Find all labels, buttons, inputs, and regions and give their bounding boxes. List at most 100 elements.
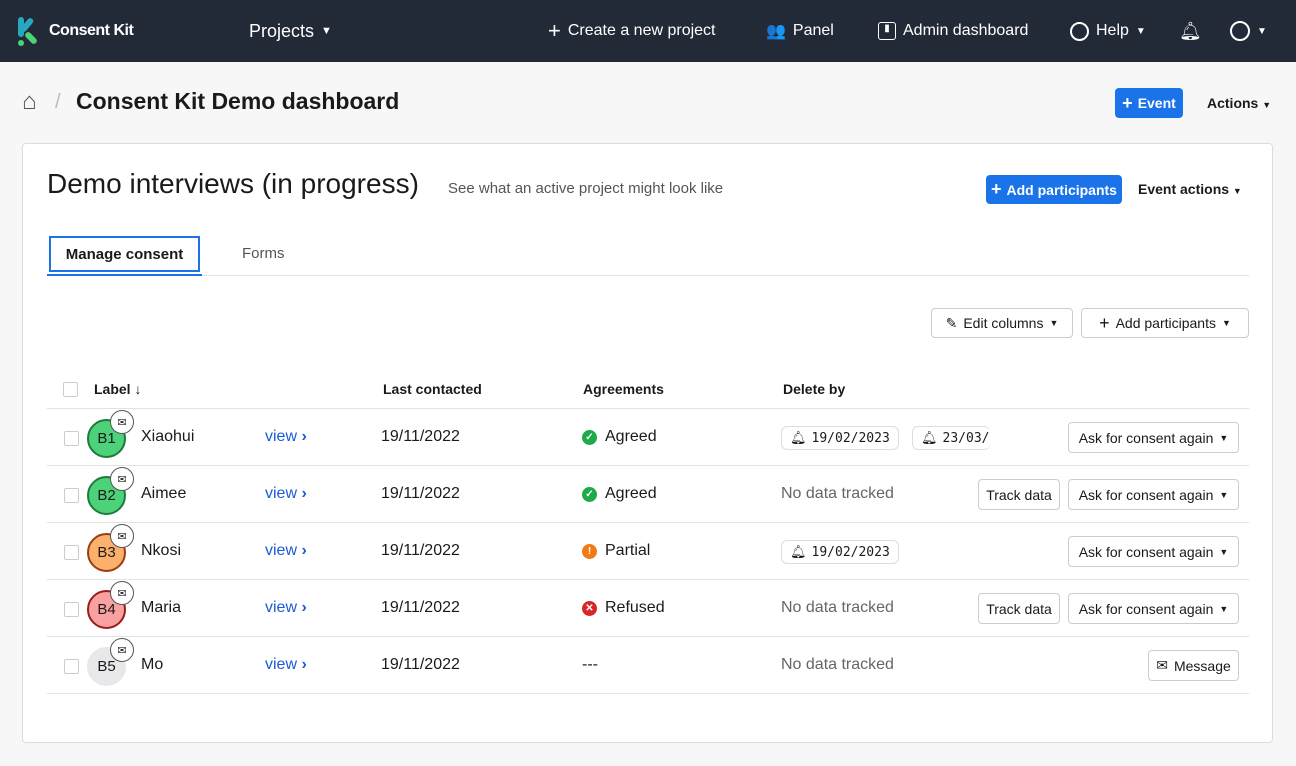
row-checkbox[interactable] bbox=[64, 545, 79, 560]
check-circle-icon: ✓ bbox=[582, 486, 597, 502]
table-row: B1 ✉ Xiaohui view › 19/11/2022 ✓ Agreed 🔔︎ 1… bbox=[47, 409, 1249, 466]
ask-consent-label: Ask for consent again bbox=[1078, 600, 1214, 617]
projects-label: Projects bbox=[249, 20, 315, 41]
view-link[interactable]: view › bbox=[265, 485, 307, 503]
plus-icon: + bbox=[548, 18, 561, 43]
no-data-tracked: No data tracked bbox=[781, 656, 894, 673]
warning-circle-icon: ! bbox=[582, 543, 597, 559]
column-header-delete-by: Delete by bbox=[783, 381, 846, 397]
chevron-right-icon: › bbox=[301, 656, 307, 673]
view-label: view bbox=[265, 599, 298, 616]
agreement-label: --- bbox=[582, 656, 598, 673]
row-checkbox[interactable] bbox=[64, 602, 79, 617]
badge-label: B3 bbox=[97, 544, 116, 561]
lifebuoy-icon bbox=[1070, 21, 1089, 41]
edit-columns-button[interactable]: ✎ Edit columns ▼ bbox=[931, 308, 1073, 338]
chevron-right-icon: › bbox=[301, 428, 307, 445]
row-checkbox[interactable] bbox=[64, 488, 79, 503]
reminder-date: 19/02/2023 bbox=[811, 430, 890, 446]
ask-consent-label: Ask for consent again bbox=[1078, 429, 1214, 446]
agreement-label: Agreed bbox=[605, 485, 657, 502]
user-circle-icon bbox=[1230, 21, 1250, 41]
home-icon[interactable]: ⌂ bbox=[22, 88, 37, 116]
view-link[interactable]: view › bbox=[265, 542, 307, 560]
ask-consent-again-button[interactable]: Ask for consent again ▼ bbox=[1068, 422, 1239, 453]
chevron-right-icon: › bbox=[301, 599, 307, 616]
add-participants-button[interactable]: + Add participants bbox=[986, 175, 1122, 204]
brand-logo[interactable]: Consent Kit bbox=[16, 0, 134, 62]
create-project-link[interactable]: + Create a new project bbox=[548, 0, 716, 62]
plus-icon: + bbox=[1122, 92, 1133, 113]
delete-by-reminder[interactable]: 🔔︎ 19/02/2023 bbox=[781, 426, 899, 450]
participant-name: Xiaohui bbox=[141, 428, 195, 445]
chart-icon: ▮ bbox=[878, 22, 896, 40]
view-label: view bbox=[265, 656, 298, 673]
table-row: B3 ✉ Nkosi view › 19/11/2022! Partial 🔔︎ 19… bbox=[47, 523, 1249, 580]
admin-dashboard-link[interactable]: ▮ Admin dashboard bbox=[878, 0, 1028, 62]
track-data-button[interactable]: Track data bbox=[978, 593, 1060, 624]
projects-menu[interactable]: Projects ▼ bbox=[249, 0, 332, 62]
participant-name: Mo bbox=[141, 656, 164, 673]
view-link[interactable]: view › bbox=[265, 428, 307, 446]
column-header-label[interactable]: Label ↓ bbox=[94, 381, 141, 397]
ask-consent-again-button[interactable]: Ask for consent again ▼ bbox=[1068, 593, 1239, 624]
breadcrumb-separator: / bbox=[55, 91, 61, 113]
table-row: B5 ✉ Mo view › 19/11/2022 --- No data trac… bbox=[47, 637, 1249, 694]
chevron-down-icon: ▼ bbox=[321, 25, 332, 37]
reminder-date: 19/02/2023 bbox=[811, 544, 890, 560]
add-participants-label: Add participants bbox=[1006, 181, 1117, 198]
table-row: B4 ✉ Maria view › 19/11/2022 ✕ Refused No d… bbox=[47, 580, 1249, 637]
admin-label: Admin dashboard bbox=[903, 22, 1029, 39]
view-link[interactable]: view › bbox=[265, 599, 307, 617]
help-menu[interactable]: Help ▼ bbox=[1070, 0, 1146, 62]
table-row: B2 ✉ Aimee view › 19/11/2022 ✓ Agreed No da… bbox=[47, 466, 1249, 523]
event-actions-menu[interactable]: Event actions ▼ bbox=[1138, 181, 1242, 197]
agreement-status: --- bbox=[582, 656, 598, 674]
chevron-down-icon: ▼ bbox=[1222, 318, 1231, 328]
column-header-agreements: Agreements bbox=[583, 381, 664, 397]
no-data-tracked: No data tracked bbox=[781, 485, 894, 502]
active-tab-indicator bbox=[47, 274, 202, 276]
account-menu[interactable]: ▼ bbox=[1230, 0, 1267, 62]
track-data-button[interactable]: Track data bbox=[978, 479, 1060, 510]
row-checkbox[interactable] bbox=[64, 659, 79, 674]
users-icon: 👥 bbox=[766, 23, 786, 40]
view-link[interactable]: view › bbox=[265, 656, 307, 674]
bell-icon: 🔔︎ bbox=[921, 430, 938, 446]
help-label: Help bbox=[1096, 22, 1129, 39]
delete-by-reminder[interactable]: 🔔︎ 19/02/2023 bbox=[781, 540, 899, 564]
select-all-checkbox[interactable] bbox=[63, 382, 78, 397]
create-label: Create a new project bbox=[567, 22, 716, 39]
chevron-down-icon: ▼ bbox=[1232, 186, 1242, 196]
tab-manage-consent[interactable]: Manage consent bbox=[49, 236, 200, 272]
panel-link[interactable]: 👥 Panel bbox=[766, 0, 834, 62]
agreement-label: Partial bbox=[605, 542, 651, 559]
notifications-bell-icon[interactable]: 🔔︎ bbox=[1179, 0, 1202, 62]
last-contacted-date: 19/11/2022 bbox=[381, 485, 460, 502]
envelope-icon: ✉ bbox=[110, 410, 134, 434]
add-event-button[interactable]: + Event bbox=[1115, 88, 1183, 118]
last-contacted-date: 19/11/2022 bbox=[381, 656, 460, 673]
add-participants-dropdown[interactable]: + Add participants ▼ bbox=[1081, 308, 1249, 338]
ask-consent-again-button[interactable]: Ask for consent again ▼ bbox=[1068, 536, 1239, 567]
row-checkbox[interactable] bbox=[64, 431, 79, 446]
delete-by-reminder[interactable]: 🔔︎23/03/2 bbox=[912, 426, 990, 450]
badge-label: B1 bbox=[97, 430, 116, 447]
chevron-down-icon: ▼ bbox=[1257, 25, 1267, 37]
agreement-status: ! Partial bbox=[582, 542, 650, 560]
tab-forms[interactable]: Forms bbox=[242, 245, 285, 262]
event-actions-label: Event actions bbox=[1138, 181, 1230, 197]
plus-icon: + bbox=[1099, 312, 1110, 333]
ask-consent-label: Ask for consent again bbox=[1078, 543, 1214, 560]
page-title: Consent Kit Demo dashboard bbox=[76, 88, 400, 114]
project-title: Demo interviews (in progress) bbox=[47, 168, 419, 199]
chevron-right-icon: › bbox=[301, 542, 307, 559]
view-label: view bbox=[265, 542, 298, 559]
ask-consent-label: Ask for consent again bbox=[1078, 486, 1214, 503]
agreement-label: Agreed bbox=[605, 428, 657, 445]
envelope-icon: ✉ bbox=[110, 467, 134, 491]
message-label: Message bbox=[1173, 657, 1231, 674]
actions-menu[interactable]: Actions ▼ bbox=[1207, 95, 1271, 111]
ask-consent-again-button[interactable]: Ask for consent again ▼ bbox=[1068, 479, 1239, 510]
message-button[interactable]: ✉ Message bbox=[1148, 650, 1239, 681]
